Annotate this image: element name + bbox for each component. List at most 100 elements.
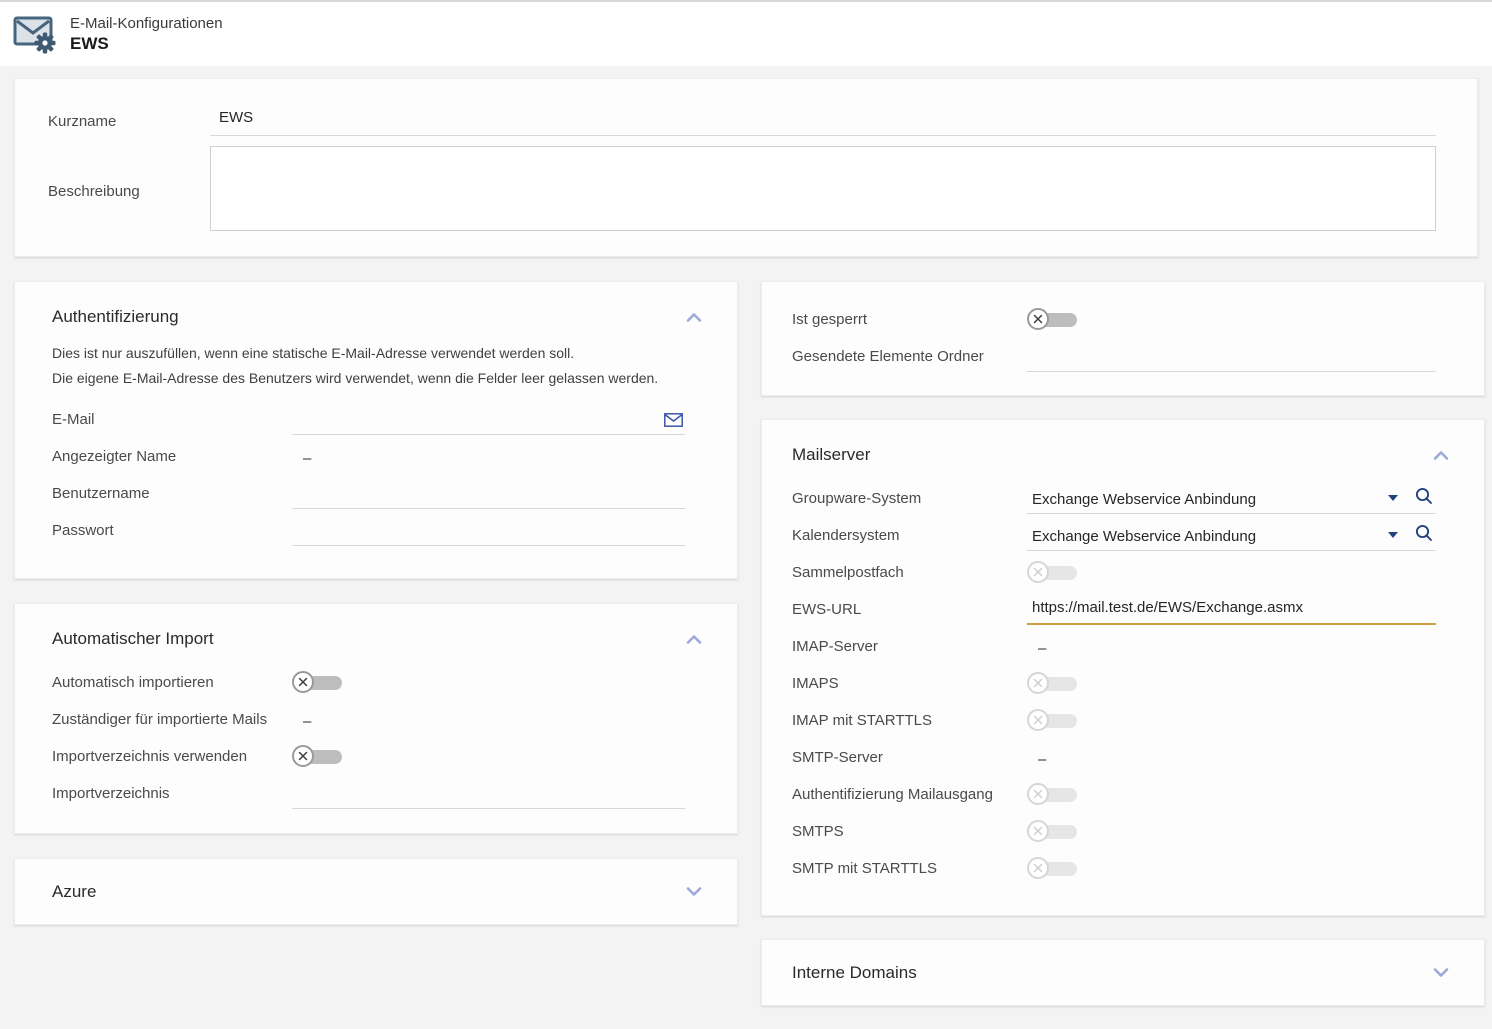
dropdown-caret-icon[interactable] bbox=[1388, 495, 1398, 501]
envelope-icon[interactable] bbox=[664, 413, 683, 427]
mailserver-title: Mailserver bbox=[792, 445, 870, 465]
passwort-row: Passwort bbox=[52, 512, 685, 549]
search-icon[interactable] bbox=[1414, 486, 1434, 506]
imap-starttls-toggle[interactable] bbox=[1027, 709, 1077, 733]
imap-starttls-row: IMAP mit STARTTLS bbox=[792, 702, 1436, 739]
gesendete-elemente-row: Gesendete Elemente Ordner bbox=[792, 338, 1436, 375]
beschreibung-textarea[interactable] bbox=[210, 146, 1436, 231]
kurzname-row: Kurzname bbox=[48, 106, 1436, 136]
auth-mailausgang-label: Authentifizierung Mailausgang bbox=[792, 786, 1027, 803]
gesendete-elemente-label: Gesendete Elemente Ordner bbox=[792, 348, 1027, 365]
email-input[interactable] bbox=[292, 407, 685, 429]
kurzname-label: Kurzname bbox=[48, 113, 210, 130]
kalendersystem-dropdown[interactable]: Exchange Webservice Anbindung bbox=[1027, 521, 1436, 551]
auth-description-line1: Dies ist nur auszufüllen, wenn eine stat… bbox=[52, 341, 703, 366]
interne-domains-title: Interne Domains bbox=[792, 963, 917, 983]
importverzeichnis-verwenden-row: Importverzeichnis verwenden bbox=[52, 738, 685, 775]
toggle-x-icon bbox=[1027, 857, 1049, 879]
groupware-dropdown[interactable]: Exchange Webservice Anbindung bbox=[1027, 484, 1436, 514]
gesendete-elemente-input[interactable] bbox=[1027, 344, 1436, 366]
dropdown-caret-icon[interactable] bbox=[1388, 532, 1398, 538]
toggle-x-icon bbox=[1027, 709, 1049, 731]
kalendersystem-label: Kalendersystem bbox=[792, 527, 1027, 544]
collapse-mailserver-chevron-up-icon[interactable] bbox=[1432, 449, 1450, 461]
auth-mailausgang-toggle[interactable] bbox=[1027, 783, 1077, 807]
toggle-x-icon bbox=[1027, 561, 1049, 583]
sammelpostfach-label: Sammelpostfach bbox=[792, 564, 1027, 581]
authentifizierung-section: Authentifizierung Dies ist nur auszufüll… bbox=[14, 281, 738, 579]
automatischer-import-section: Automatischer Import Automatisch importi… bbox=[14, 603, 738, 834]
groupware-row: Groupware-System Exchange Webservice Anb… bbox=[792, 480, 1436, 517]
ist-gesperrt-label: Ist gesperrt bbox=[792, 311, 1027, 328]
passwort-input[interactable] bbox=[292, 518, 685, 540]
smtp-server-row: SMTP-Server – bbox=[792, 739, 1436, 776]
kalendersystem-value: Exchange Webservice Anbindung bbox=[1027, 528, 1388, 545]
importverzeichnis-verwenden-label: Importverzeichnis verwenden bbox=[52, 748, 292, 765]
toggle-x-icon bbox=[1027, 308, 1049, 330]
groupware-value: Exchange Webservice Anbindung bbox=[1027, 491, 1388, 508]
imap-server-value: – bbox=[1027, 640, 1046, 657]
azure-title: Azure bbox=[52, 882, 96, 902]
angezeigter-name-value: – bbox=[292, 450, 311, 467]
importverzeichnis-input[interactable] bbox=[292, 781, 685, 803]
smtps-row: SMTPS bbox=[792, 813, 1436, 850]
ews-url-row: EWS-URL bbox=[792, 591, 1436, 628]
email-row: E-Mail bbox=[52, 401, 685, 438]
toggle-x-icon bbox=[292, 745, 314, 767]
expand-azure-chevron-down-icon[interactable] bbox=[685, 886, 703, 898]
ews-url-label: EWS-URL bbox=[792, 601, 1027, 618]
importverzeichnis-verwenden-toggle[interactable] bbox=[292, 745, 342, 769]
automatisch-importieren-label: Automatisch importieren bbox=[52, 674, 292, 691]
kalendersystem-row: Kalendersystem Exchange Webservice Anbin… bbox=[792, 517, 1436, 554]
groupware-label: Groupware-System bbox=[792, 490, 1027, 507]
smtp-starttls-label: SMTP mit STARTTLS bbox=[792, 860, 1027, 877]
page-title: E-Mail-Konfigurationen bbox=[70, 15, 223, 33]
smtps-toggle[interactable] bbox=[1027, 820, 1077, 844]
toggle-x-icon bbox=[1027, 672, 1049, 694]
mailserver-section: Mailserver Groupware-System Exchange Web… bbox=[761, 419, 1485, 916]
imap-server-label: IMAP-Server bbox=[792, 638, 1027, 655]
zustaendiger-row: Zuständiger für importierte Mails – bbox=[52, 701, 685, 738]
automatischer-import-title: Automatischer Import bbox=[52, 629, 214, 649]
smtp-starttls-toggle[interactable] bbox=[1027, 857, 1077, 881]
benutzername-row: Benutzername bbox=[52, 475, 685, 512]
smtp-server-label: SMTP-Server bbox=[792, 749, 1027, 766]
email-label: E-Mail bbox=[52, 411, 292, 428]
automatisch-importieren-toggle[interactable] bbox=[292, 671, 342, 695]
smtps-label: SMTPS bbox=[792, 823, 1027, 840]
beschreibung-label: Beschreibung bbox=[48, 183, 210, 200]
auth-mailausgang-row: Authentifizierung Mailausgang bbox=[792, 776, 1436, 813]
collapse-import-chevron-up-icon[interactable] bbox=[685, 633, 703, 645]
benutzername-label: Benutzername bbox=[52, 485, 292, 502]
beschreibung-row: Beschreibung bbox=[48, 146, 1436, 236]
ist-gesperrt-toggle[interactable] bbox=[1027, 308, 1077, 332]
imaps-row: IMAPS bbox=[792, 665, 1436, 702]
general-section: Kurzname Beschreibung bbox=[14, 78, 1478, 257]
imaps-toggle[interactable] bbox=[1027, 672, 1077, 696]
email-config-icon bbox=[12, 13, 58, 55]
page-header: E-Mail-Konfigurationen EWS bbox=[0, 2, 1492, 66]
automatisch-importieren-row: Automatisch importieren bbox=[52, 664, 685, 701]
page-title-block: E-Mail-Konfigurationen EWS bbox=[70, 15, 223, 54]
authentifizierung-title: Authentifizierung bbox=[52, 307, 179, 327]
importverzeichnis-row: Importverzeichnis bbox=[52, 775, 685, 812]
importverzeichnis-label: Importverzeichnis bbox=[52, 785, 292, 802]
kurzname-input[interactable] bbox=[210, 106, 1436, 136]
toggle-x-icon bbox=[292, 671, 314, 693]
collapse-authentifizierung-chevron-up-icon[interactable] bbox=[685, 311, 703, 323]
sammelpostfach-toggle[interactable] bbox=[1027, 561, 1077, 585]
ews-url-input[interactable] bbox=[1027, 597, 1436, 619]
benutzername-input[interactable] bbox=[292, 481, 685, 503]
angezeigter-name-row: Angezeigter Name – bbox=[52, 438, 685, 475]
toggle-x-icon bbox=[1027, 783, 1049, 805]
azure-section: Azure bbox=[14, 858, 738, 925]
status-section: Ist gesperrt Gesendete Elemente Ordner bbox=[761, 281, 1485, 396]
expand-interne-domains-chevron-down-icon[interactable] bbox=[1432, 967, 1450, 979]
smtp-server-value: – bbox=[1027, 751, 1046, 768]
smtp-starttls-row: SMTP mit STARTTLS bbox=[792, 850, 1436, 887]
sammelpostfach-row: Sammelpostfach bbox=[792, 554, 1436, 591]
interne-domains-section: Interne Domains bbox=[761, 939, 1485, 1006]
angezeigter-name-label: Angezeigter Name bbox=[52, 448, 292, 465]
imap-server-row: IMAP-Server – bbox=[792, 628, 1436, 665]
search-icon[interactable] bbox=[1414, 523, 1434, 543]
